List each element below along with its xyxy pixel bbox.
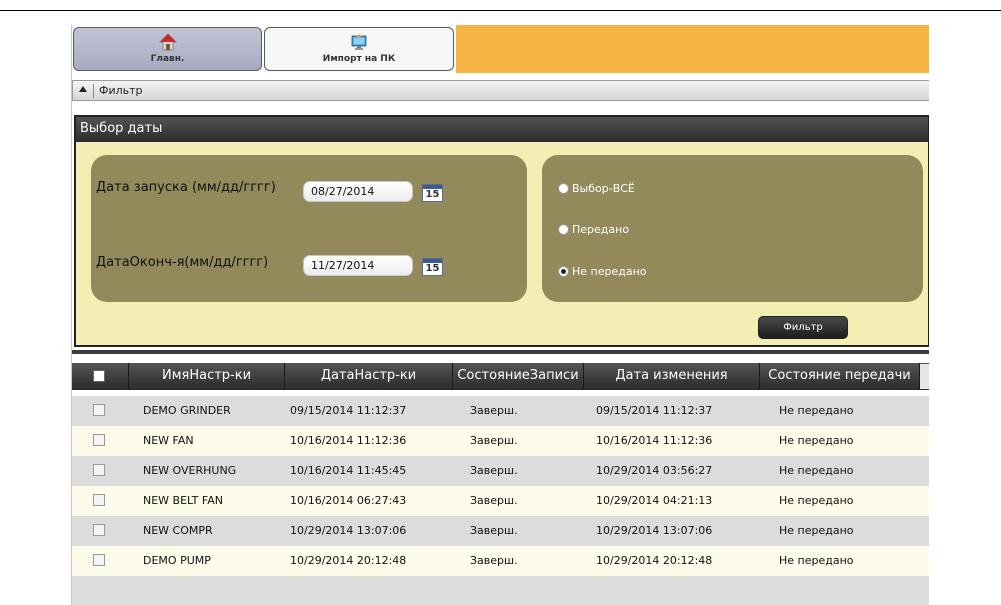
row-checkbox[interactable] xyxy=(93,464,105,476)
row-checkbox[interactable] xyxy=(93,404,105,416)
table-row[interactable]: DEMO GRINDER 09/15/2014 11:12:37 Заверш.… xyxy=(72,396,929,426)
end-date-calendar-icon[interactable]: 15 xyxy=(422,258,443,276)
cell-record-state: Заверш. xyxy=(470,404,518,417)
radio-select-all-circle[interactable] xyxy=(558,182,569,194)
tab-import-pc[interactable]: Импорт на ПК xyxy=(264,27,454,71)
row-checkbox[interactable] xyxy=(93,524,105,536)
row-checkbox[interactable] xyxy=(93,554,105,566)
cell-transfer-state: Не передано xyxy=(779,464,854,477)
cell-setup-date: 09/15/2014 11:12:37 xyxy=(290,404,407,417)
radio-not-transferred-label: Не передано xyxy=(572,265,647,278)
row-checkbox[interactable] xyxy=(93,434,105,446)
filter-section-header[interactable]: Фильтр xyxy=(72,80,929,101)
cell-setup-name: NEW COMPR xyxy=(143,524,213,537)
end-date-input[interactable] xyxy=(303,255,413,276)
cell-transfer-state: Не передано xyxy=(779,554,854,567)
cell-setup-name: NEW BELT FAN xyxy=(143,494,223,507)
tab-import-label: Импорт на ПК xyxy=(322,54,396,64)
calendar-day-number: 15 xyxy=(425,263,440,274)
cell-record-state: Заверш. xyxy=(470,554,518,567)
cell-setup-date: 10/16/2014 11:45:45 xyxy=(290,464,407,477)
collapse-triangle-icon[interactable] xyxy=(79,86,87,92)
cell-record-state: Заверш. xyxy=(470,494,518,507)
cell-transfer-state: Не передано xyxy=(779,434,854,447)
cell-record-state: Заверш. xyxy=(470,524,518,537)
cell-record-state: Заверш. xyxy=(470,464,518,477)
cell-setup-date: 10/16/2014 11:12:36 xyxy=(290,434,407,447)
radio-transferred[interactable]: Передано xyxy=(558,223,629,236)
row-checkbox[interactable] xyxy=(93,494,105,506)
table-row[interactable]: NEW FAN 10/16/2014 11:12:36 Заверш. 10/1… xyxy=(72,426,929,456)
cell-setup-date: 10/29/2014 20:12:48 xyxy=(290,554,407,567)
radio-select-all[interactable]: Выбор-ВСЁ xyxy=(558,182,635,195)
top-border-line xyxy=(0,10,1001,11)
filter-button[interactable]: Фильтр xyxy=(758,316,848,339)
select-all-column xyxy=(72,363,129,390)
table-header: ИмяНастр-ки ДатаНастр-ки СостояниеЗаписи… xyxy=(72,363,929,390)
select-all-checkbox[interactable] xyxy=(93,370,105,382)
filter-section-title: Фильтр xyxy=(99,84,143,97)
cell-transfer-state: Не передано xyxy=(779,404,854,417)
cell-setup-date: 10/16/2014 06:27:43 xyxy=(290,494,407,507)
column-header-setup-name[interactable]: ИмяНастр-ки xyxy=(129,363,285,390)
cell-modified-date: 10/29/2014 13:07:06 xyxy=(596,524,713,537)
start-date-label: Дата запуска (мм/дд/гггг) xyxy=(96,180,276,195)
cell-modified-date: 09/15/2014 11:12:37 xyxy=(596,404,713,417)
calendar-day-number: 15 xyxy=(425,189,440,200)
radio-select-all-label: Выбор-ВСЁ xyxy=(572,182,635,195)
cell-setup-date: 10/29/2014 13:07:06 xyxy=(290,524,407,537)
date-selection-panel: Выбор даты Дата запуска (мм/дд/гггг) 15 … xyxy=(74,115,929,347)
cell-modified-date: 10/29/2014 04:21:13 xyxy=(596,494,713,507)
tab-bar: Главн. Импорт на ПК xyxy=(72,25,929,73)
column-header-record-state[interactable]: СостояниеЗаписи xyxy=(453,363,584,390)
transfer-status-group: Выбор-ВСЁ Передано Не передано xyxy=(542,155,923,302)
radio-not-transferred-circle[interactable] xyxy=(558,265,569,277)
date-panel-title: Выбор даты xyxy=(76,117,928,142)
cell-record-state: Заверш. xyxy=(470,434,518,447)
cell-modified-date: 10/29/2014 03:56:27 xyxy=(596,464,713,477)
date-range-group: Дата запуска (мм/дд/гггг) 15 ДатаОконч-я… xyxy=(91,155,527,302)
table-row[interactable]: NEW COMPR 10/29/2014 13:07:06 Заверш. 10… xyxy=(72,516,929,546)
start-date-calendar-icon[interactable]: 15 xyxy=(422,184,443,202)
table-row[interactable]: NEW OVERHUNG 10/16/2014 11:45:45 Заверш.… xyxy=(72,456,929,486)
cell-setup-name: DEMO PUMP xyxy=(143,554,211,567)
column-header-modified-date[interactable]: Дата изменения xyxy=(584,363,760,390)
cell-setup-name: NEW OVERHUNG xyxy=(143,464,237,477)
header-scroll-corner xyxy=(920,364,929,389)
start-date-input[interactable] xyxy=(303,181,413,202)
section-divider xyxy=(72,350,929,354)
radio-not-transferred[interactable]: Не передано xyxy=(558,265,647,278)
cell-modified-date: 10/16/2014 11:12:36 xyxy=(596,434,713,447)
column-header-transfer-state[interactable]: Состояние передачи xyxy=(760,363,920,390)
monitor-import-icon xyxy=(351,34,367,50)
radio-transferred-circle[interactable] xyxy=(558,223,569,235)
cell-setup-name: DEMO GRINDER xyxy=(143,404,231,417)
tab-home-label: Главн. xyxy=(150,54,185,64)
app-window: Главн. Импорт на ПК Фильтр Выбор даты Да… xyxy=(71,25,929,605)
column-header-setup-date[interactable]: ДатаНастр-ки xyxy=(285,363,453,390)
tab-home[interactable]: Главн. xyxy=(73,27,262,71)
table-row[interactable]: DEMO PUMP 10/29/2014 20:12:48 Заверш. 10… xyxy=(72,546,929,576)
cell-transfer-state: Не передано xyxy=(779,494,854,507)
cell-modified-date: 10/29/2014 20:12:48 xyxy=(596,554,713,567)
cell-setup-name: NEW FAN xyxy=(143,434,194,447)
table-row-empty xyxy=(72,576,929,605)
cell-transfer-state: Не передано xyxy=(779,524,854,537)
home-icon xyxy=(158,33,177,51)
table-row[interactable]: NEW BELT FAN 10/16/2014 06:27:43 Заверш.… xyxy=(72,486,929,516)
header-separator xyxy=(93,84,94,98)
end-date-label: ДатаОконч-я(мм/дд/гггг) xyxy=(96,255,269,270)
radio-transferred-label: Передано xyxy=(572,223,630,236)
